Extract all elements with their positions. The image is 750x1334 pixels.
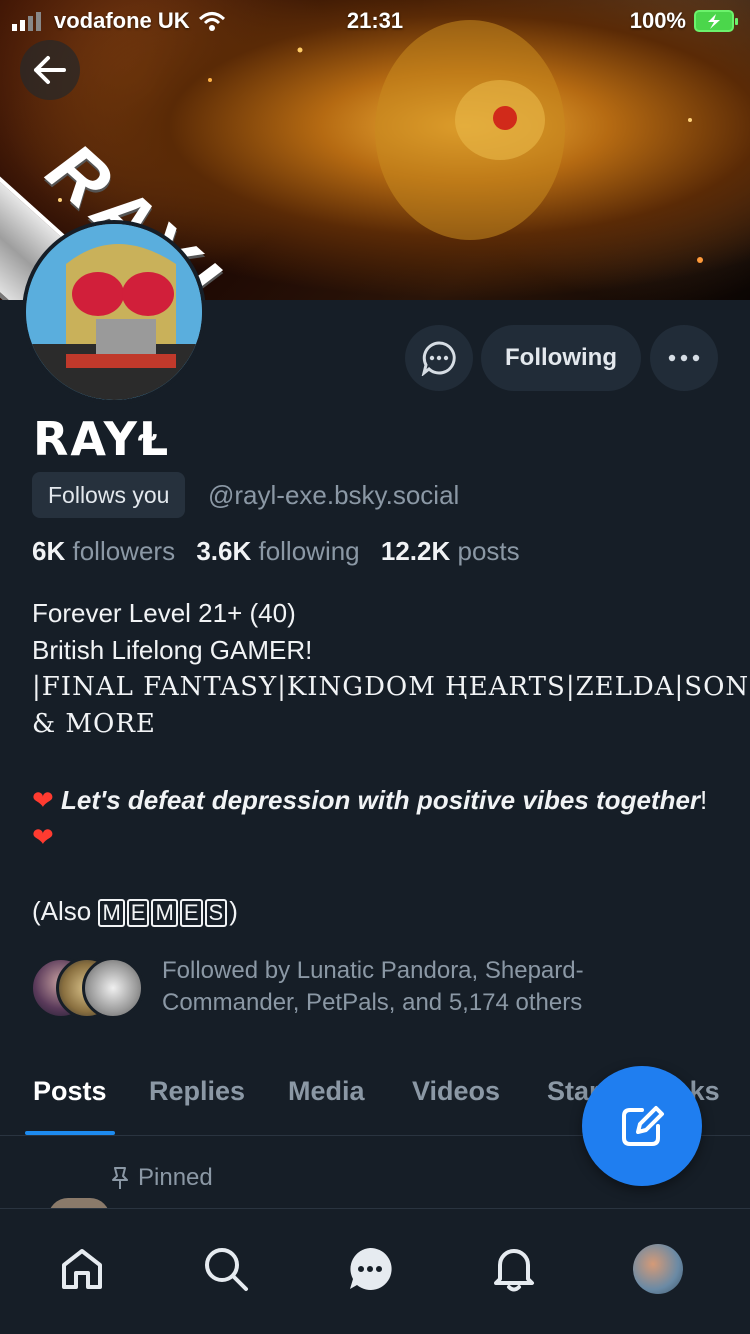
follows-you-badge: Follows you bbox=[32, 472, 186, 518]
search-icon bbox=[205, 1248, 248, 1291]
more-options-button[interactable] bbox=[650, 325, 718, 391]
bell-icon bbox=[494, 1249, 534, 1292]
followers-stat[interactable]: 6K followers bbox=[32, 536, 175, 566]
follower-avatar bbox=[82, 957, 144, 1019]
clock: 21:31 bbox=[346, 8, 404, 33]
profile-avatar[interactable] bbox=[22, 220, 206, 404]
tab-videos[interactable]: Videos bbox=[412, 1076, 500, 1107]
nav-profile[interactable] bbox=[628, 1239, 688, 1299]
posts-stat: 12.2K posts bbox=[380, 536, 520, 566]
heart-on-fire-icon: ❤ bbox=[32, 822, 54, 852]
tab-media[interactable]: Media bbox=[288, 1076, 365, 1107]
bio-line: |FINAL FANTASY|KINGDOM ⱧEARTS|ZELDA|SONI… bbox=[32, 672, 750, 702]
profile-stats: 6K followers 3.6K following 12.2K posts bbox=[32, 536, 520, 567]
bio-line: British Lifelong GAMER! bbox=[32, 635, 313, 665]
tab-replies[interactable]: Replies bbox=[149, 1076, 245, 1107]
bottom-navigation bbox=[0, 1208, 750, 1334]
avatar-image bbox=[26, 224, 202, 400]
heart-on-fire-icon: ❤ bbox=[32, 785, 54, 815]
nav-search[interactable] bbox=[196, 1239, 256, 1299]
following-button[interactable]: Following bbox=[481, 325, 641, 391]
display-name: RAYⱢ bbox=[33, 412, 171, 466]
following-stat[interactable]: 3.6K following bbox=[196, 536, 359, 566]
tab-posts[interactable]: Posts bbox=[33, 1076, 107, 1107]
bio-line: Forever Level 21+ (40) bbox=[32, 598, 296, 628]
avatar bbox=[633, 1244, 683, 1294]
chat-icon bbox=[350, 1247, 392, 1290]
message-button[interactable] bbox=[405, 325, 473, 391]
home-icon bbox=[62, 1249, 102, 1289]
nav-notifications[interactable] bbox=[484, 1239, 544, 1299]
bio-line: & MORE bbox=[32, 709, 156, 739]
ellipsis-icon bbox=[668, 354, 700, 362]
back-button[interactable] bbox=[20, 40, 80, 100]
arrow-left-icon bbox=[34, 56, 66, 84]
bio-also-line: (Also M E M E S) bbox=[32, 896, 238, 927]
followed-by-text: Followed by Lunatic Pandora, Shepard-Com… bbox=[162, 957, 584, 1016]
follower-avatars bbox=[30, 957, 144, 1021]
active-tab-indicator bbox=[25, 1131, 115, 1135]
compose-icon bbox=[622, 1106, 664, 1146]
battery-icon bbox=[694, 10, 738, 32]
bio-vibe-line: Let's defeat depression with positive vi… bbox=[61, 785, 701, 815]
profile-handle: @rayl-exe.bsky.social bbox=[208, 480, 460, 510]
status-bar: vodafone UK 21:31 100% bbox=[0, 0, 750, 40]
pin-icon bbox=[112, 1167, 128, 1189]
chat-bubble-icon bbox=[421, 341, 456, 376]
battery-percent: 100% bbox=[629, 8, 686, 33]
nav-home[interactable] bbox=[52, 1239, 112, 1299]
profile-bio: Forever Level 21+ (40) British Lifelong … bbox=[32, 595, 750, 930]
compose-button[interactable] bbox=[582, 1066, 702, 1186]
nav-chat[interactable] bbox=[340, 1239, 400, 1299]
pinned-label: Pinned bbox=[110, 1164, 213, 1192]
